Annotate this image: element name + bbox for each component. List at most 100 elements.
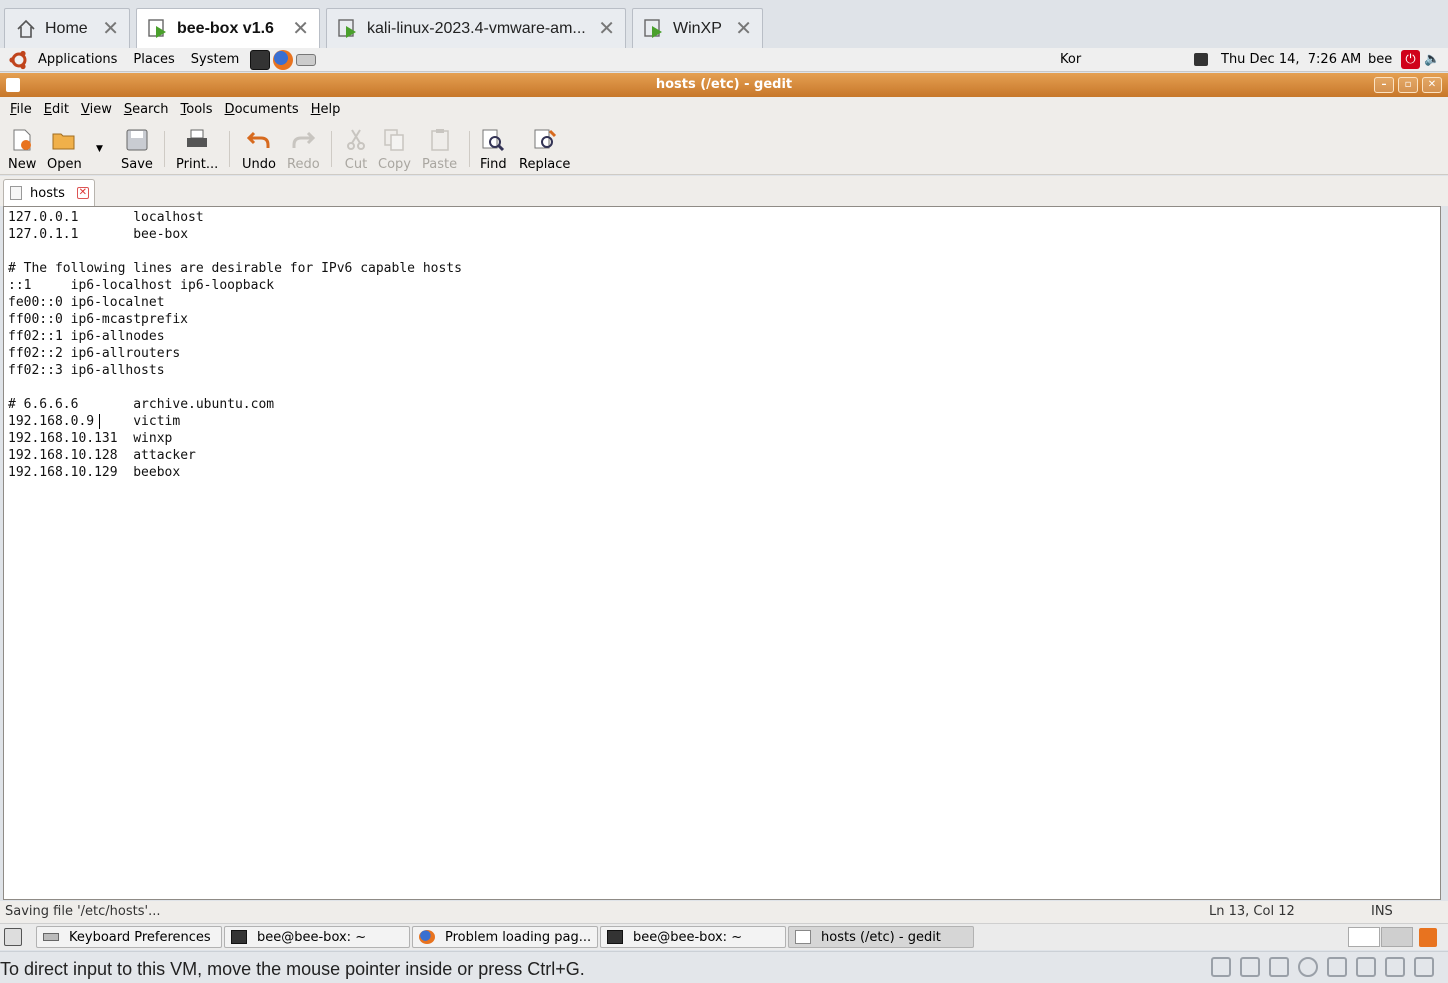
user-name[interactable]: bee (1368, 52, 1392, 67)
insert-mode[interactable]: INS (1371, 904, 1393, 919)
toolbar-separator (229, 131, 230, 167)
editor-line[interactable]: fe00::0 ip6-localnet (8, 294, 462, 311)
editor-line[interactable]: ff02::2 ip6-allrouters (8, 345, 462, 362)
panel-menu-places[interactable]: Places (125, 52, 182, 67)
taskbar-item[interactable]: Keyboard Preferences (36, 926, 222, 948)
vm-tab-winxp[interactable]: WinXP ✕ (632, 8, 763, 48)
workspace-1[interactable] (1348, 927, 1380, 947)
editor-line[interactable]: ff02::3 ip6-allhosts (8, 362, 462, 379)
gedit-icon (6, 78, 20, 92)
panel-menu-system[interactable]: System (183, 52, 247, 67)
editor-line[interactable] (8, 243, 462, 260)
editor-content[interactable]: 127.0.0.1 localhost 127.0.1.1 bee-box # T… (8, 209, 462, 481)
open-label: Open (47, 157, 82, 172)
hard-disk-icon[interactable] (1211, 957, 1231, 977)
editor-line[interactable]: 127.0.0.1 localhost (8, 209, 462, 226)
firefox-launcher-icon[interactable] (273, 49, 294, 70)
text-editor[interactable]: 127.0.0.1 localhost 127.0.1.1 bee-box # T… (3, 206, 1441, 900)
new-label: New (8, 157, 37, 172)
message-log-icon[interactable] (1414, 957, 1434, 977)
document-tab-hosts[interactable]: hosts ✕ (3, 179, 95, 206)
editor-line[interactable]: 127.0.1.1 bee-box (8, 226, 462, 243)
editor-line[interactable]: # 6.6.6.6 archive.ubuntu.com (8, 396, 462, 413)
text-file-icon (10, 186, 22, 200)
clock[interactable]: Thu Dec 14, 7:26 AM (1221, 52, 1361, 67)
network-icon[interactable] (1194, 53, 1208, 66)
editor-line[interactable]: 192.168.10.128 attacker (8, 447, 462, 464)
paste-button[interactable]: Paste (422, 127, 457, 172)
cd-rom-icon[interactable] (1298, 957, 1318, 977)
editor-line[interactable] (8, 379, 462, 396)
save-icon (124, 127, 150, 153)
cut-button[interactable]: Cut (343, 127, 369, 172)
close-icon[interactable]: ✕ (292, 16, 309, 41)
trash-icon[interactable] (1419, 928, 1437, 947)
find-button[interactable]: Find (480, 127, 507, 172)
editor-line[interactable]: ::1 ip6-localhost ip6-loopback (8, 277, 462, 294)
keyboard-launcher-icon[interactable] (296, 53, 317, 66)
menu-view[interactable]: View (75, 102, 118, 117)
document-tab-label: hosts (30, 185, 65, 201)
menubar: File Edit View Search Tools Documents He… (0, 97, 1448, 121)
vm-tab-label: kali-linux-2023.4-vmware-am... (367, 19, 586, 37)
vm-tab-label: Home (45, 19, 88, 37)
menu-file[interactable]: File (4, 102, 38, 117)
maximize-button[interactable]: ▫ (1398, 77, 1418, 93)
home-icon (15, 18, 37, 40)
power-icon[interactable]: ⏻ (1401, 50, 1420, 69)
window-titlebar[interactable]: hosts (/etc) - gedit – ▫ ✕ (0, 73, 1448, 97)
replace-button[interactable]: Replace (519, 127, 570, 172)
terminal-launcher-icon[interactable] (250, 49, 271, 70)
close-tab-icon[interactable]: ✕ (76, 187, 89, 199)
sound-icon[interactable] (1269, 957, 1289, 977)
menu-tools[interactable]: Tools (175, 102, 219, 117)
panel-menu-applications[interactable]: Applications (30, 52, 125, 67)
workspace-2[interactable] (1381, 927, 1413, 947)
vm-tab-home[interactable]: Home ✕ (4, 8, 130, 48)
taskbar-item[interactable]: Problem loading pag... (412, 926, 598, 948)
gedit-icon (795, 930, 811, 944)
menu-help[interactable]: Help (305, 102, 347, 117)
close-window-button[interactable]: ✕ (1422, 77, 1442, 93)
vm-tab-kali[interactable]: kali-linux-2023.4-vmware-am... ✕ (326, 8, 626, 48)
editor-line[interactable]: 192.168.10.129 beebox (8, 464, 462, 481)
taskbar-item[interactable]: bee@bee-box: ~ (224, 926, 410, 948)
new-button[interactable]: New (8, 127, 36, 172)
minimize-button[interactable]: – (1374, 77, 1394, 93)
editor-line[interactable]: 192.168.10.131 winxp (8, 430, 462, 447)
volume-icon[interactable]: 🔈 (1424, 52, 1440, 67)
vm-tab-bar: Home ✕ bee-box v1.6 ✕ kali-linux-2023.4-… (0, 0, 1448, 48)
menu-documents[interactable]: Documents (219, 102, 305, 117)
open-recent-dropdown-icon[interactable]: ▼ (96, 144, 103, 154)
copy-button[interactable]: Copy (378, 127, 411, 172)
menu-edit[interactable]: Edit (38, 102, 75, 117)
close-icon[interactable]: ✕ (598, 16, 615, 41)
toolbar: New Open ▼ Save Print... Undo Redo Cut C… (0, 121, 1448, 175)
undo-label: Undo (242, 157, 276, 172)
close-icon[interactable]: ✕ (735, 16, 752, 41)
document-tabs: hosts ✕ (0, 176, 1448, 206)
taskbar-item[interactable]: hosts (/etc) - gedit (788, 926, 974, 948)
keyboard-layout-indicator[interactable]: Kor (1060, 52, 1081, 67)
show-desktop-icon[interactable] (4, 928, 22, 946)
editor-line[interactable]: ff00::0 ip6-mcastprefix (8, 311, 462, 328)
close-icon[interactable]: ✕ (102, 16, 119, 41)
printer-device-icon[interactable] (1356, 957, 1376, 977)
printer-icon (184, 127, 210, 153)
vm-tab-bee-box[interactable]: bee-box v1.6 ✕ (136, 8, 320, 48)
editor-line[interactable]: # The following lines are desirable for … (8, 260, 462, 277)
open-button[interactable]: Open (47, 127, 82, 172)
removable-device-icon[interactable] (1385, 957, 1405, 977)
menu-search[interactable]: Search (118, 102, 175, 117)
window-title: hosts (/etc) - gedit (655, 77, 793, 92)
status-message: Saving file '/etc/hosts'... (5, 904, 161, 919)
taskbar-item[interactable]: bee@bee-box: ~ (600, 926, 786, 948)
print-button[interactable]: Print... (176, 127, 218, 172)
save-button[interactable]: Save (121, 127, 153, 172)
undo-button[interactable]: Undo (242, 127, 276, 172)
redo-button[interactable]: Redo (287, 127, 320, 172)
editor-line[interactable]: 192.168.0.9 victim (8, 413, 462, 430)
network-adapter-icon[interactable] (1240, 957, 1260, 977)
editor-line[interactable]: ff02::1 ip6-allnodes (8, 328, 462, 345)
usb-icon[interactable] (1327, 957, 1347, 977)
